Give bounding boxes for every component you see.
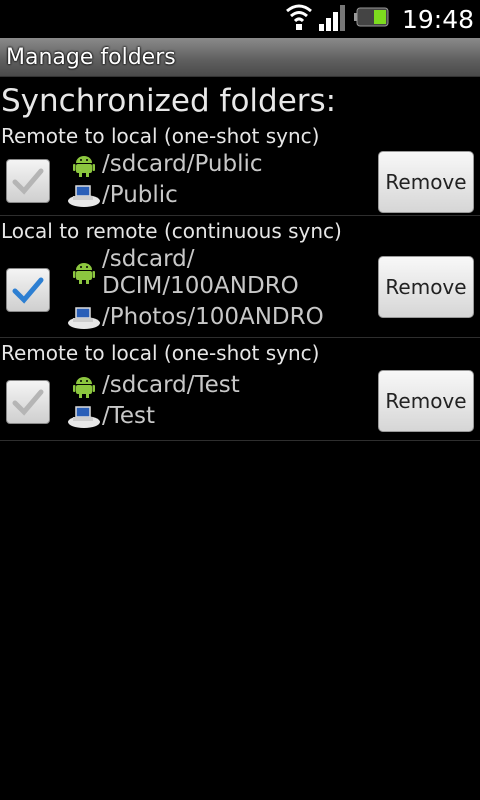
local-path-text: /sdcard/Public xyxy=(102,151,263,177)
remote-path: /Test xyxy=(66,403,370,430)
folder-row: Remote to local (one-shot sync) /sdcard/… xyxy=(0,121,480,216)
android-icon xyxy=(66,246,102,284)
computer-icon xyxy=(66,182,102,208)
folder-row: Local to remote (continuous sync) /sdcar… xyxy=(0,216,480,338)
remote-path: /Photos/100ANDRO xyxy=(66,304,370,331)
screen-title: Manage folders xyxy=(6,44,176,70)
title-bar: Manage folders xyxy=(0,38,480,77)
section-heading: Synchronized folders: xyxy=(1,83,337,119)
wifi-icon xyxy=(285,1,312,37)
sync-direction-label: Remote to local (one-shot sync) xyxy=(1,124,320,148)
local-path-text: /sdcard/ DCIM/100ANDRO xyxy=(102,246,299,299)
computer-icon xyxy=(66,304,102,330)
local-path: /sdcard/Public xyxy=(66,151,370,178)
checkmark-icon xyxy=(12,168,44,195)
signal-icon xyxy=(318,2,348,36)
sync-checkbox[interactable] xyxy=(6,268,50,312)
remove-button[interactable]: Remove xyxy=(378,370,474,432)
status-clock: 19:48 xyxy=(401,4,474,34)
local-path-text: /sdcard/Test xyxy=(102,372,240,398)
sync-checkbox[interactable] xyxy=(6,159,50,203)
remote-path-text: /Photos/100ANDRO xyxy=(102,304,324,330)
local-path: /sdcard/Test xyxy=(66,372,370,399)
sync-checkbox[interactable] xyxy=(6,380,50,424)
android-icon xyxy=(66,151,102,177)
remove-button[interactable]: Remove xyxy=(378,256,474,318)
sync-direction-label: Local to remote (continuous sync) xyxy=(1,219,342,243)
computer-icon xyxy=(66,403,102,429)
android-icon xyxy=(66,372,102,398)
checkmark-icon xyxy=(12,277,44,304)
folder-row: Remote to local (one-shot sync) /sdcard/… xyxy=(0,338,480,441)
battery-icon xyxy=(353,4,390,34)
status-icons: 19:48 xyxy=(285,0,474,38)
remove-button[interactable]: Remove xyxy=(378,151,474,213)
local-path: /sdcard/ DCIM/100ANDRO xyxy=(66,246,370,300)
remote-path: /Public xyxy=(66,182,370,209)
status-bar: 19:48 xyxy=(0,0,480,38)
remote-path-text: /Test xyxy=(102,403,156,429)
checkmark-icon xyxy=(12,389,44,416)
remote-path-text: /Public xyxy=(102,182,178,208)
sync-direction-label: Remote to local (one-shot sync) xyxy=(1,341,320,365)
